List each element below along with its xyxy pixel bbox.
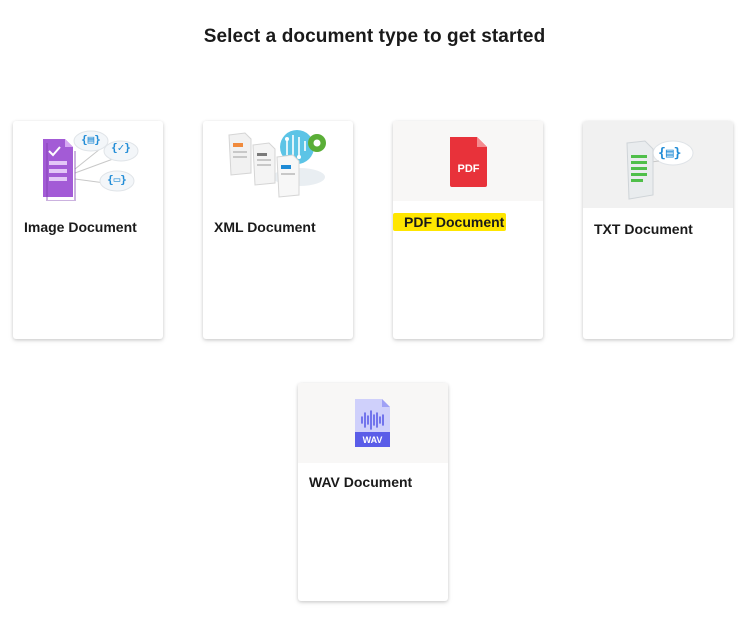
card-xml-document[interactable]: XML Document — [203, 121, 353, 339]
xml-document-thumbnail — [203, 121, 353, 201]
image-document-icon: {▤} {✓} {▭} — [43, 130, 139, 201]
card-pdf-document[interactable]: PDF PDF Document — [393, 121, 543, 339]
card-image-document[interactable]: {▤} {✓} {▭} Image Document — [13, 121, 163, 339]
highlight-mark: PDF Document — [393, 213, 507, 231]
card-title: WAV Document — [309, 474, 413, 490]
card-wav-document[interactable]: WAV WAV Document — [298, 383, 448, 601]
page-title: Select a document type to get started — [203, 26, 546, 47]
xml-document-icon — [228, 130, 326, 198]
txt-document-thumbnail: {▤} — [583, 121, 733, 208]
card-txt-document[interactable]: {▤} TXT Document — [583, 121, 733, 339]
card-title-highlighted: PDF Document — [393, 213, 507, 231]
svg-text:{▤}: {▤} — [658, 146, 681, 161]
svg-text:{✓}: {✓} — [111, 141, 131, 154]
wav-document-thumbnail: WAV — [298, 383, 448, 463]
wav-document-icon: WAV — [355, 399, 390, 447]
card-title: Image Document — [24, 219, 137, 235]
document-type-picker: Select a document type to get started {▤… — [0, 0, 749, 617]
pdf-document-icon: PDF — [450, 137, 487, 187]
card-title: XML Document — [214, 219, 316, 235]
svg-text:{▭}: {▭} — [107, 173, 127, 186]
pdf-document-thumbnail: PDF — [393, 121, 543, 201]
image-document-thumbnail: {▤} {✓} {▭} — [13, 121, 163, 201]
pdf-icon-label: PDF — [458, 163, 480, 175]
card-title: TXT Document — [594, 221, 693, 237]
txt-document-icon: {▤} — [626, 140, 694, 200]
svg-text:{▤}: {▤} — [81, 133, 101, 146]
wav-icon-label: WAV — [363, 435, 383, 445]
